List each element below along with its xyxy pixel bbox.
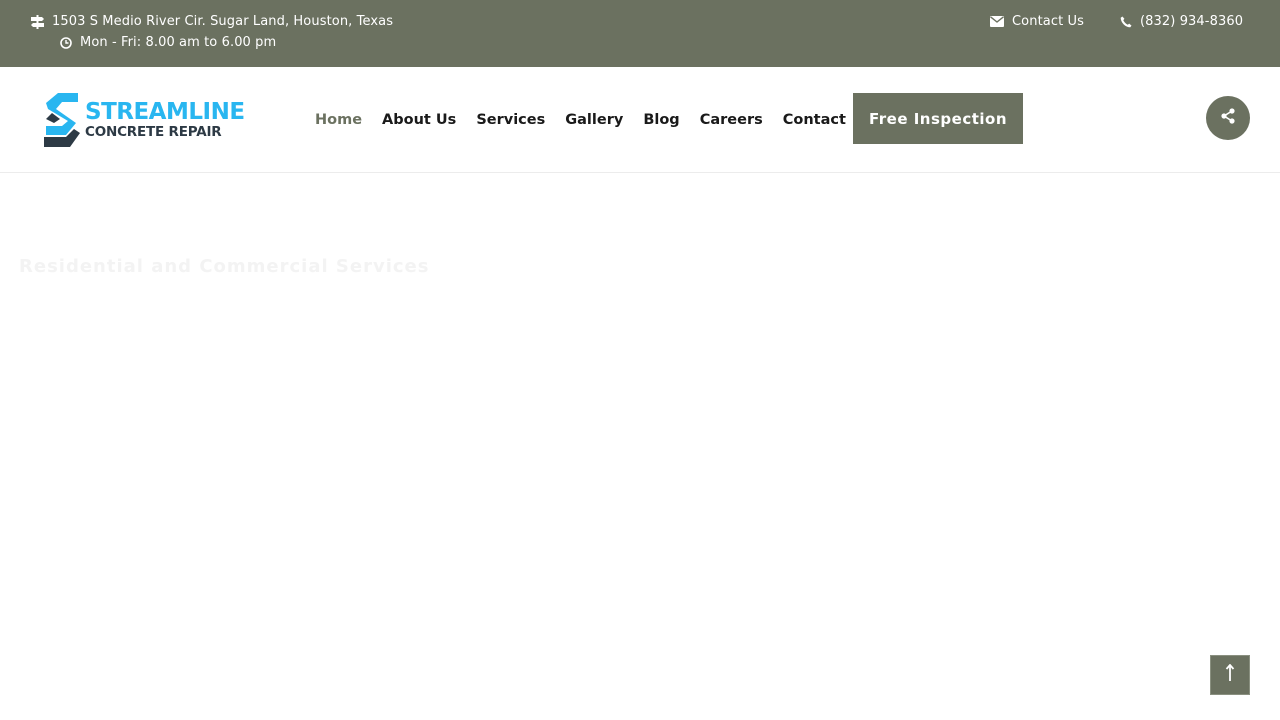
clock-icon <box>60 36 72 49</box>
signpost-icon <box>31 14 44 29</box>
scroll-to-top-button[interactable] <box>1210 655 1250 695</box>
nav-item-services[interactable]: Services <box>476 112 545 128</box>
phone-icon <box>1120 16 1132 28</box>
share-icon <box>1220 108 1236 128</box>
address-text: 1503 S Medio River Cir. Sugar Land, Hous… <box>52 14 394 29</box>
main-nav: Home About Us Services Gallery Blog Care… <box>315 67 866 173</box>
logo-line-2: CONCRETE REPAIR <box>85 123 222 140</box>
free-inspection-button[interactable]: Free Inspection <box>853 93 1023 144</box>
phone-link[interactable]: (832) 934-8360 <box>1120 14 1243 29</box>
nav-item-gallery[interactable]: Gallery <box>565 112 623 128</box>
site-header: STREAMLINE CONCRETE REPAIR Home About Us… <box>0 67 1280 173</box>
nav-item-home[interactable]: Home <box>315 112 362 128</box>
nav-item-about-us[interactable]: About Us <box>382 112 456 128</box>
top-bar: 1503 S Medio River Cir. Sugar Land, Hous… <box>0 0 1280 67</box>
nav-item-careers[interactable]: Careers <box>700 112 763 128</box>
contact-us-link[interactable]: Contact Us <box>990 14 1084 29</box>
contact-us-label: Contact Us <box>1012 14 1084 29</box>
hero-subtitle: Residential and Commercial Services <box>19 256 430 277</box>
share-button[interactable] <box>1206 96 1250 140</box>
nav-item-contact[interactable]: Contact <box>783 112 846 128</box>
logo[interactable]: STREAMLINE CONCRETE REPAIR <box>40 92 250 148</box>
logo-line-1: STREAMLINE <box>85 98 245 125</box>
address-item: 1503 S Medio River Cir. Sugar Land, Hous… <box>31 14 393 29</box>
arrow-up-icon <box>1225 663 1235 686</box>
logo-wordmark: STREAMLINE CONCRETE REPAIR <box>85 98 245 140</box>
nav-item-blog[interactable]: Blog <box>643 112 679 128</box>
logo-s-icon <box>44 93 80 147</box>
envelope-icon <box>990 16 1004 27</box>
hours-item: Mon - Fri: 8.00 am to 6.00 pm <box>60 35 276 50</box>
phone-number: (832) 934-8360 <box>1140 14 1244 29</box>
hours-text: Mon - Fri: 8.00 am to 6.00 pm <box>80 35 277 50</box>
